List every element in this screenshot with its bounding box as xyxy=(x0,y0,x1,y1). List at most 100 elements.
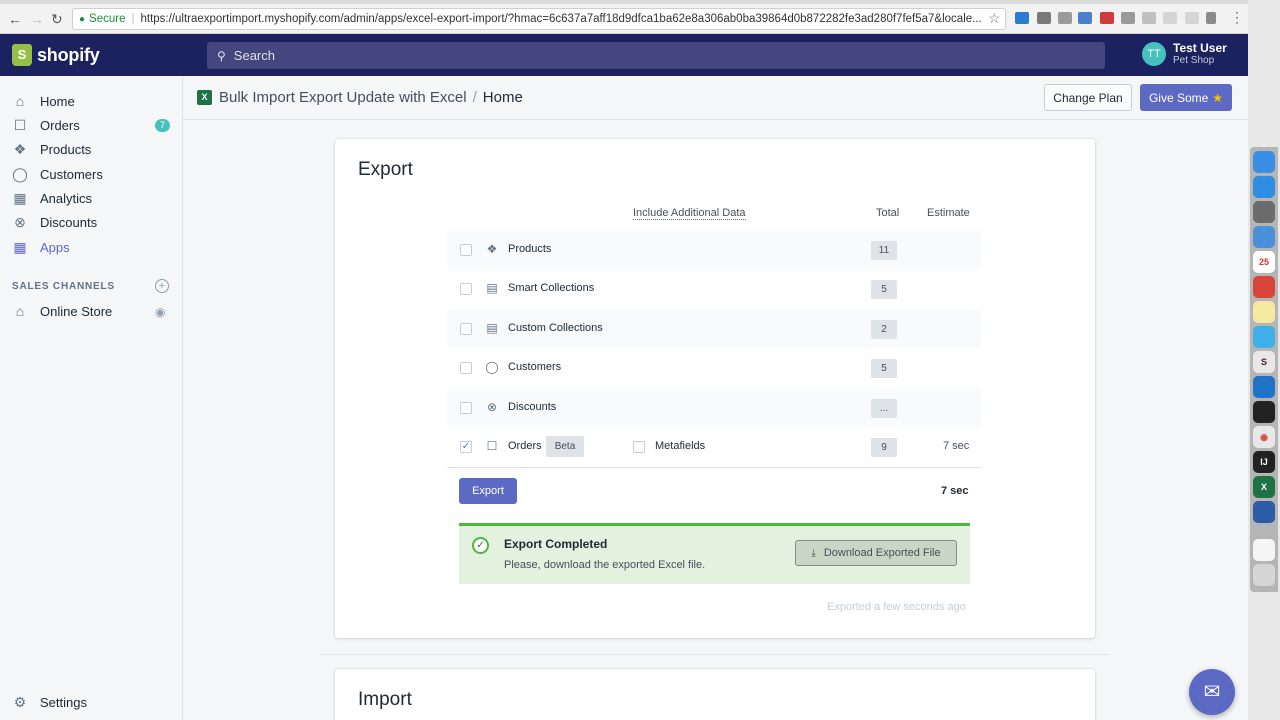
preview-icon[interactable] xyxy=(1253,226,1275,248)
orders-count-badge: 7 xyxy=(155,119,170,132)
brand-name: shopify xyxy=(37,44,100,65)
extension-icon-2[interactable] xyxy=(1037,12,1051,24)
sidebar-item-settings[interactable]: ⚙ Settings xyxy=(0,690,183,714)
total-count: 9 xyxy=(871,438,897,457)
extension-icon-9[interactable] xyxy=(1185,12,1199,24)
metafields-checkbox[interactable] xyxy=(633,441,645,453)
browser-menu-icon[interactable]: ⋮ xyxy=(1230,9,1244,26)
row-label: Customers xyxy=(508,361,562,373)
sidebar-item-home[interactable]: ⌂ Home xyxy=(0,89,183,113)
extension-icon-8[interactable] xyxy=(1163,12,1177,24)
launchpad-icon[interactable] xyxy=(1253,201,1275,223)
sidebar-item-label: Online Store xyxy=(40,303,113,319)
quicktime-icon[interactable] xyxy=(1253,501,1275,523)
row-label: Orders xyxy=(508,440,542,452)
breadcrumb-app-link[interactable]: Bulk Import Export Update with Excel xyxy=(219,89,467,106)
discount-icon: ⊗ xyxy=(14,214,26,230)
change-plan-button[interactable]: Change Plan xyxy=(1044,84,1132,111)
sidebar-item-label: Customers xyxy=(40,166,103,182)
notes-icon[interactable] xyxy=(1253,301,1275,323)
admin-topbar: S shopify ⚲ Search TT Test User Pet Shop xyxy=(0,34,1248,76)
bookmark-star-icon[interactable]: ☆ xyxy=(988,10,1001,27)
orders-icon: ☐ xyxy=(486,439,498,453)
user-name: Test User xyxy=(1173,41,1227,55)
download-exported-file-button[interactable]: ⤓ Download Exported File xyxy=(795,540,957,566)
customers-checkbox[interactable] xyxy=(460,362,472,374)
shopify-bag-icon: S xyxy=(12,44,32,66)
import-title: Import xyxy=(358,689,412,710)
user-menu[interactable]: TT Test User Pet Shop xyxy=(1142,42,1227,66)
discounts-checkbox[interactable] xyxy=(460,402,472,414)
bookmark-app-icon[interactable] xyxy=(1253,276,1275,298)
sidebar-item-analytics[interactable]: ▦ Analytics xyxy=(0,186,183,210)
beta-badge: Beta xyxy=(546,436,584,457)
forward-icon[interactable]: → xyxy=(30,11,44,27)
extension-icon-1[interactable] xyxy=(1015,12,1029,24)
row-label: Smart Collections xyxy=(508,282,595,294)
lock-icon: ● xyxy=(79,13,86,25)
trash-icon[interactable] xyxy=(1253,564,1275,586)
document-icon[interactable] xyxy=(1253,539,1275,561)
bar-chart-icon: ▦ xyxy=(13,190,27,206)
camera-icon[interactable] xyxy=(1121,12,1135,24)
row-label: Products xyxy=(508,243,552,255)
search-input[interactable]: ⚲ Search xyxy=(207,42,1105,69)
collection-icon: ▤ xyxy=(486,281,498,295)
intellij-icon[interactable]: IJ xyxy=(1253,451,1275,473)
reload-icon[interactable]: ↻ xyxy=(51,11,63,28)
terminal-icon[interactable] xyxy=(1253,401,1275,423)
address-bar[interactable]: ● Secure | https://ultraexportimport.mys… xyxy=(72,8,1006,30)
messages-icon[interactable] xyxy=(1253,326,1275,348)
extension-icon-4[interactable] xyxy=(1078,12,1092,24)
eye-icon[interactable]: ◉ xyxy=(155,305,165,319)
total-count: 2 xyxy=(871,320,897,339)
trello-icon[interactable] xyxy=(1253,376,1275,398)
url-text[interactable]: https://ultraexportimport.myshopify.com/… xyxy=(140,13,1005,25)
finder-icon[interactable] xyxy=(1253,151,1275,173)
give-some-button[interactable]: Give Some ★ xyxy=(1140,84,1232,111)
calendar-icon[interactable]: 25 xyxy=(1253,251,1275,273)
total-count: ... xyxy=(871,399,897,418)
sidebar-item-label: Analytics xyxy=(40,190,93,206)
sidebar-item-orders[interactable]: ☐ Orders 7 xyxy=(0,113,183,137)
export-completed-banner: ✓ Export Completed Please, download the … xyxy=(459,523,970,584)
add-channel-icon[interactable]: + xyxy=(155,279,169,293)
safari-icon[interactable] xyxy=(1253,176,1275,198)
extension-icon-5[interactable] xyxy=(1100,12,1114,24)
sidebar-item-customers[interactable]: ◯ Customers xyxy=(0,162,183,186)
orders-checkbox[interactable]: ✓ xyxy=(460,441,472,453)
export-row-customers: ◯ Customers 5 xyxy=(447,349,981,387)
estimate-column-header: Estimate xyxy=(927,207,970,219)
tab-strip xyxy=(0,0,1248,4)
total-count: 11 xyxy=(871,241,897,260)
total-estimate: 7 sec xyxy=(941,485,969,497)
excel-dock-icon[interactable]: X xyxy=(1253,476,1275,498)
search-icon: ⚲ xyxy=(217,48,226,63)
extension-icon-3[interactable] xyxy=(1058,12,1072,24)
export-button[interactable]: Export xyxy=(459,478,517,504)
export-card: Export Include Additional Data Total Est… xyxy=(335,139,1095,638)
apps-icon: ▦ xyxy=(13,239,27,255)
chat-bubble-icon[interactable]: ✉ xyxy=(1189,669,1235,715)
smart-collections-checkbox[interactable] xyxy=(460,283,472,295)
extension-icon-10[interactable] xyxy=(1206,12,1216,24)
slack-icon[interactable]: S xyxy=(1253,351,1275,373)
extension-icon-7[interactable] xyxy=(1142,12,1156,24)
sidebar-item-products[interactable]: ❖ Products xyxy=(0,137,183,161)
secure-label: Secure xyxy=(89,13,126,25)
shopify-logo[interactable]: S shopify xyxy=(0,34,183,76)
sidebar-item-apps[interactable]: ▦ Apps xyxy=(0,235,183,259)
search-placeholder: Search xyxy=(233,48,275,63)
page-title: Home xyxy=(482,89,523,106)
chrome-icon[interactable]: ◉ xyxy=(1253,426,1275,448)
custom-collections-checkbox[interactable] xyxy=(460,323,472,335)
section-divider xyxy=(320,654,1110,655)
browser-toolbar: ← → ↻ ● Secure | https://ultraexportimpo… xyxy=(0,0,1248,34)
include-additional-data-header[interactable]: Include Additional Data xyxy=(633,207,746,220)
check-circle-icon: ✓ xyxy=(472,537,489,554)
estimate-value: 7 sec xyxy=(943,440,970,452)
products-checkbox[interactable] xyxy=(460,244,472,256)
person-icon: ◯ xyxy=(12,166,28,182)
sidebar-item-discounts[interactable]: ⊗ Discounts xyxy=(0,210,183,234)
back-icon[interactable]: ← xyxy=(8,11,22,27)
